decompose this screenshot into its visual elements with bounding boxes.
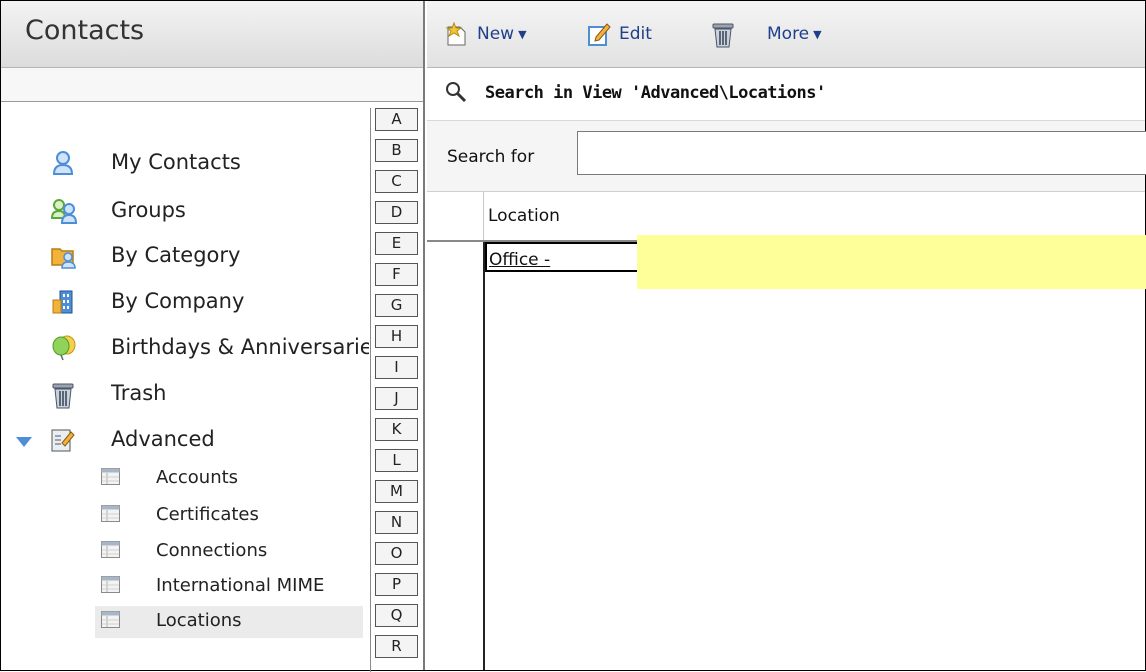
main-view-panel: New ▼ Edit More ▼ Search in View 'Advanc… xyxy=(427,1,1146,670)
nav-item-label: Advanced xyxy=(111,427,215,451)
nav-item-by-company[interactable]: By Company xyxy=(1,279,366,323)
trash-icon xyxy=(51,381,75,409)
delete-button[interactable] xyxy=(711,21,743,48)
alpha-key[interactable]: H xyxy=(375,325,418,348)
balloon-icon xyxy=(51,335,76,361)
column-divider xyxy=(483,192,484,240)
alpha-key[interactable]: G xyxy=(375,294,418,317)
sub-item-label: Accounts xyxy=(156,467,239,488)
sub-item-label: Connections xyxy=(156,540,268,561)
nav-item-birthdays-anniversaries[interactable]: Birthdays & Anniversaries xyxy=(1,325,369,369)
sub-item-locations[interactable]: Locations xyxy=(95,606,363,638)
alpha-key[interactable]: I xyxy=(375,356,418,379)
alpha-key[interactable]: Q xyxy=(375,604,418,627)
alphabet-index: A B C D E F G H I J K L M N O P Q R xyxy=(370,108,427,672)
nav-item-label: By Category xyxy=(111,243,241,267)
sub-item-label: International MIME xyxy=(156,575,325,596)
edit-button[interactable]: Edit xyxy=(587,21,652,47)
view-table-icon xyxy=(101,468,120,487)
sub-item-label: Locations xyxy=(156,610,242,631)
alpha-key[interactable]: E xyxy=(375,232,418,255)
search-for-label: Search for xyxy=(447,147,535,167)
advanced-icon xyxy=(49,427,75,453)
table-row[interactable]: Office - xyxy=(485,235,1146,289)
nav-item-groups[interactable]: Groups xyxy=(1,188,366,232)
building-icon xyxy=(51,289,75,315)
new-button[interactable]: New ▼ xyxy=(445,21,527,47)
more-button-label: More xyxy=(767,24,810,44)
sub-item-connections[interactable]: Connections xyxy=(95,536,363,568)
nav-item-trash[interactable]: Trash xyxy=(1,371,366,415)
alpha-key[interactable]: L xyxy=(375,449,418,472)
alpha-key[interactable]: P xyxy=(375,573,418,596)
edit-button-label: Edit xyxy=(619,24,652,44)
sub-item-label: Certificates xyxy=(156,504,259,525)
dropdown-arrow-icon: ▼ xyxy=(813,27,822,41)
more-button[interactable]: More ▼ xyxy=(767,21,822,47)
edit-pencil-icon xyxy=(587,22,611,46)
grid-body: Office - xyxy=(427,235,1146,670)
alpha-key[interactable]: A xyxy=(375,108,418,131)
magnifier-icon xyxy=(445,81,467,103)
alpha-key[interactable]: O xyxy=(375,542,418,565)
contacts-navigation-panel: Contacts My Contacts Groups By Category xyxy=(1,1,427,672)
person-icon xyxy=(51,150,75,176)
alpha-key[interactable]: F xyxy=(375,263,418,286)
nav-item-label: Birthdays & Anniversaries xyxy=(111,335,369,359)
new-document-icon xyxy=(445,21,469,46)
nav-item-label: By Company xyxy=(111,289,245,313)
search-input[interactable] xyxy=(577,131,1146,175)
nav-item-advanced[interactable]: Advanced xyxy=(1,417,366,461)
sub-item-certificates[interactable]: Certificates xyxy=(95,500,363,532)
grid-left-border xyxy=(483,242,485,670)
search-row: Search for xyxy=(427,121,1146,192)
nav-item-by-category[interactable]: By Category xyxy=(1,233,366,277)
sub-item-international-mime[interactable]: International MIME xyxy=(95,571,363,603)
trash-icon xyxy=(711,22,735,48)
nav-tree: My Contacts Groups By Category By Compan… xyxy=(1,102,371,670)
alpha-key[interactable]: J xyxy=(375,387,418,410)
alpha-key[interactable]: C xyxy=(375,170,418,193)
panel-title-bar: Contacts xyxy=(1,1,423,68)
nav-item-label: Groups xyxy=(111,198,186,222)
category-folder-icon xyxy=(51,243,76,269)
expand-triangle-icon[interactable] xyxy=(15,433,33,452)
toolbar: New ▼ Edit More ▼ xyxy=(427,1,1145,68)
redaction-highlight xyxy=(637,235,1146,289)
view-table-icon xyxy=(101,505,120,524)
view-table-icon xyxy=(101,576,120,595)
new-button-label: New xyxy=(477,24,515,44)
nav-item-label: My Contacts xyxy=(111,150,241,174)
group-icon xyxy=(50,198,78,224)
alpha-key[interactable]: N xyxy=(375,511,418,534)
column-header-location[interactable]: Location xyxy=(488,206,560,226)
view-table-icon xyxy=(101,541,120,560)
dropdown-arrow-icon: ▼ xyxy=(518,27,527,41)
location-cell: Office - xyxy=(489,250,551,270)
alpha-key[interactable]: M xyxy=(375,480,418,503)
alpha-key[interactable]: K xyxy=(375,418,418,441)
sub-item-accounts[interactable]: Accounts xyxy=(95,463,363,495)
alpha-key[interactable]: D xyxy=(375,201,418,224)
alpha-key[interactable]: B xyxy=(375,139,418,162)
panel-title: Contacts xyxy=(25,15,145,46)
nav-item-label: Trash xyxy=(111,381,167,405)
view-table-icon xyxy=(101,611,120,630)
panel-subheader xyxy=(1,68,423,102)
alpha-key[interactable]: R xyxy=(375,635,418,658)
search-heading: Search in View 'Advanced\Locations' xyxy=(485,83,826,103)
nav-item-my-contacts[interactable]: My Contacts xyxy=(1,140,366,184)
search-header: Search in View 'Advanced\Locations' xyxy=(427,68,1145,121)
